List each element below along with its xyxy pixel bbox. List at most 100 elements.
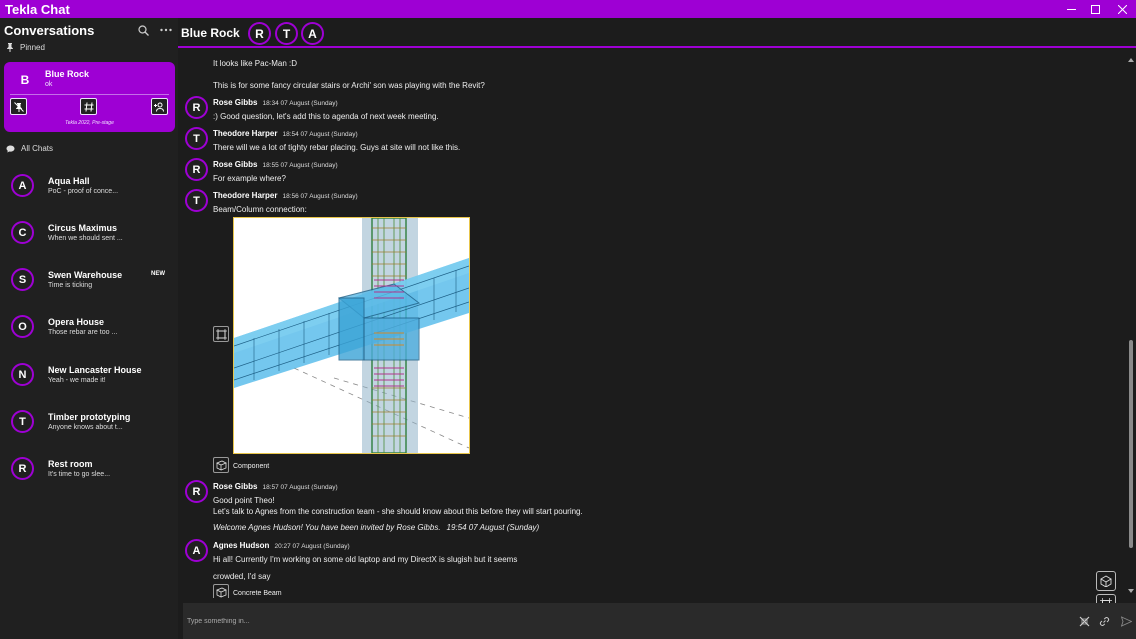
title-bar: Tekla Chat [0, 0, 1136, 18]
model-view-button[interactable] [1096, 571, 1116, 591]
avatar[interactable]: R [185, 158, 208, 181]
search-icon [137, 24, 149, 36]
chat-item-name: Swen Warehouse [48, 270, 123, 280]
chat-item-swen-warehouse[interactable]: S Swen Warehouse Time is ticking NEW [0, 256, 178, 303]
message-composer [183, 603, 1136, 639]
send-icon [1120, 615, 1132, 627]
system-message-text: Welcome Agnes Hudson! You have been invi… [213, 523, 441, 532]
chat-item-rest-room[interactable]: R Rest room It's time to go slee... [0, 445, 178, 492]
avatar[interactable]: A [185, 539, 208, 562]
open-in-model-button[interactable] [213, 326, 229, 342]
avatar[interactable]: R [185, 480, 208, 503]
scroll-up-icon [1128, 58, 1134, 62]
chat-item-name: Aqua Hall [48, 176, 90, 186]
message-author: Rose Gibbs 18:34 07 August (Sunday) [213, 98, 338, 107]
attach-link-button[interactable] [1097, 614, 1111, 628]
more-icon [160, 28, 172, 32]
unpin-button[interactable] [10, 98, 27, 115]
message-text: It looks like Pac-Man :D [213, 59, 298, 68]
chat-item-name: Opera House [48, 317, 105, 327]
message-text: There will we a lot of tighty rebar plac… [213, 143, 461, 152]
pinned-label: Pinned [20, 43, 45, 52]
message-author: Theodore Harper 18:56 07 August (Sunday) [213, 191, 358, 200]
message-author: Rose Gibbs 18:57 07 August (Sunday) [213, 482, 338, 491]
sidebar: Conversations Pinned B Blue Rock ok Tekl… [0, 18, 178, 639]
chat-item-preview: Yeah - we made it! [48, 377, 106, 384]
scrollbar-thumb[interactable] [1129, 340, 1133, 548]
chat-header: Blue Rock R T A [178, 18, 1136, 48]
member-avatar[interactable]: A [301, 22, 324, 45]
message-timestamp: 18:54 07 August (Sunday) [282, 131, 358, 138]
search-button[interactable] [136, 23, 150, 37]
member-avatar[interactable]: R [248, 22, 271, 45]
chat-item-opera-house[interactable]: O Opera House Those rebar are too ... [0, 303, 178, 350]
message-list[interactable]: It looks like Pac-Man :D This is for som… [178, 53, 1126, 598]
member-avatar[interactable]: T [275, 22, 298, 45]
concrete-beam-attachment-icon[interactable] [213, 584, 229, 598]
message-input[interactable] [187, 611, 1067, 631]
message-timestamp: 18:55 07 August (Sunday) [262, 162, 338, 169]
avatar[interactable]: T [185, 189, 208, 212]
hashtag-icon [84, 101, 93, 112]
avatar: O [11, 315, 34, 338]
avatar[interactable]: R [185, 96, 208, 119]
unpin-icon [13, 101, 24, 112]
chat-item-preview: Anyone knows about t... [48, 424, 123, 431]
chat-item-circus-maximus[interactable]: C Circus Maximus When we should sent ... [0, 209, 178, 256]
chat-item-preview: PoC - proof of conce... [48, 188, 119, 195]
new-badge: NEW [151, 271, 165, 277]
message-text: :) Good question, let's add this to agen… [213, 112, 439, 121]
pinned-chat-preview: ok [45, 81, 53, 88]
avatar: C [11, 221, 34, 244]
avatar: T [11, 410, 34, 433]
room-title: Blue Rock [181, 26, 240, 40]
close-icon [1117, 4, 1127, 14]
chat-item-name: New Lancaster House [48, 365, 142, 375]
scrollbar[interactable] [1126, 53, 1136, 603]
avatar[interactable]: T [185, 127, 208, 150]
attachment-label[interactable]: Component [233, 463, 269, 470]
author-name: Theodore Harper [213, 129, 278, 138]
avatar: B [20, 73, 30, 87]
chat-item-aqua-hall[interactable]: A Aqua Hall PoC - proof of conce... [0, 162, 178, 209]
close-button[interactable] [1109, 0, 1135, 18]
chat-item-new-lancaster-house[interactable]: N New Lancaster House Yeah - we made it! [0, 351, 178, 398]
add-member-button[interactable] [151, 98, 168, 115]
pinned-chat-blue-rock[interactable]: B Blue Rock ok Tekla 2022, Pre-stage [4, 62, 175, 132]
send-button[interactable] [1119, 614, 1133, 628]
system-message: Welcome Agnes Hudson! You have been invi… [213, 523, 539, 532]
system-message-time: 19:54 07 August (Sunday) [446, 523, 540, 532]
scroll-down-icon [1128, 589, 1134, 593]
frame-icon [215, 328, 227, 340]
author-name: Rose Gibbs [213, 482, 258, 491]
author-name: Rose Gibbs [213, 98, 258, 107]
author-name: Theodore Harper [213, 191, 278, 200]
message-timestamp: 20:27 07 August (Sunday) [274, 543, 350, 550]
avatar: R [11, 457, 34, 480]
link-icon [1099, 616, 1109, 626]
maximize-button[interactable] [1082, 0, 1108, 18]
chat-bubble-icon [6, 145, 15, 152]
attachment-label[interactable]: Concrete Beam [233, 590, 282, 597]
app-title: Tekla Chat [5, 2, 70, 17]
chat-item-name: Timber prototyping [48, 412, 131, 422]
more-options-button[interactable] [159, 23, 173, 37]
message-author: Rose Gibbs 18:55 07 August (Sunday) [213, 160, 338, 169]
component-icon [215, 460, 227, 471]
message-timestamp: 18:57 07 August (Sunday) [262, 484, 338, 491]
pinned-chat-name: Blue Rock [45, 69, 90, 79]
avatar: S [11, 268, 34, 291]
chat-item-name: Circus Maximus [48, 223, 118, 233]
cube-icon [1100, 575, 1112, 587]
chat-item-timber-prototyping[interactable]: T Timber prototyping Anyone knows about … [0, 398, 178, 445]
message-text: For example where? [213, 174, 286, 183]
author-name: Rose Gibbs [213, 160, 258, 169]
maximize-icon [1090, 4, 1100, 14]
sidebar-title: Conversations [4, 23, 95, 38]
clear-attachment-button[interactable] [1077, 614, 1091, 628]
message-text: Let's talk to Agnes from the constructio… [213, 507, 583, 516]
minimize-button[interactable] [1058, 0, 1084, 18]
beam-column-model-image[interactable] [233, 217, 470, 454]
component-attachment-icon[interactable] [213, 457, 229, 473]
channel-button[interactable] [80, 98, 97, 115]
